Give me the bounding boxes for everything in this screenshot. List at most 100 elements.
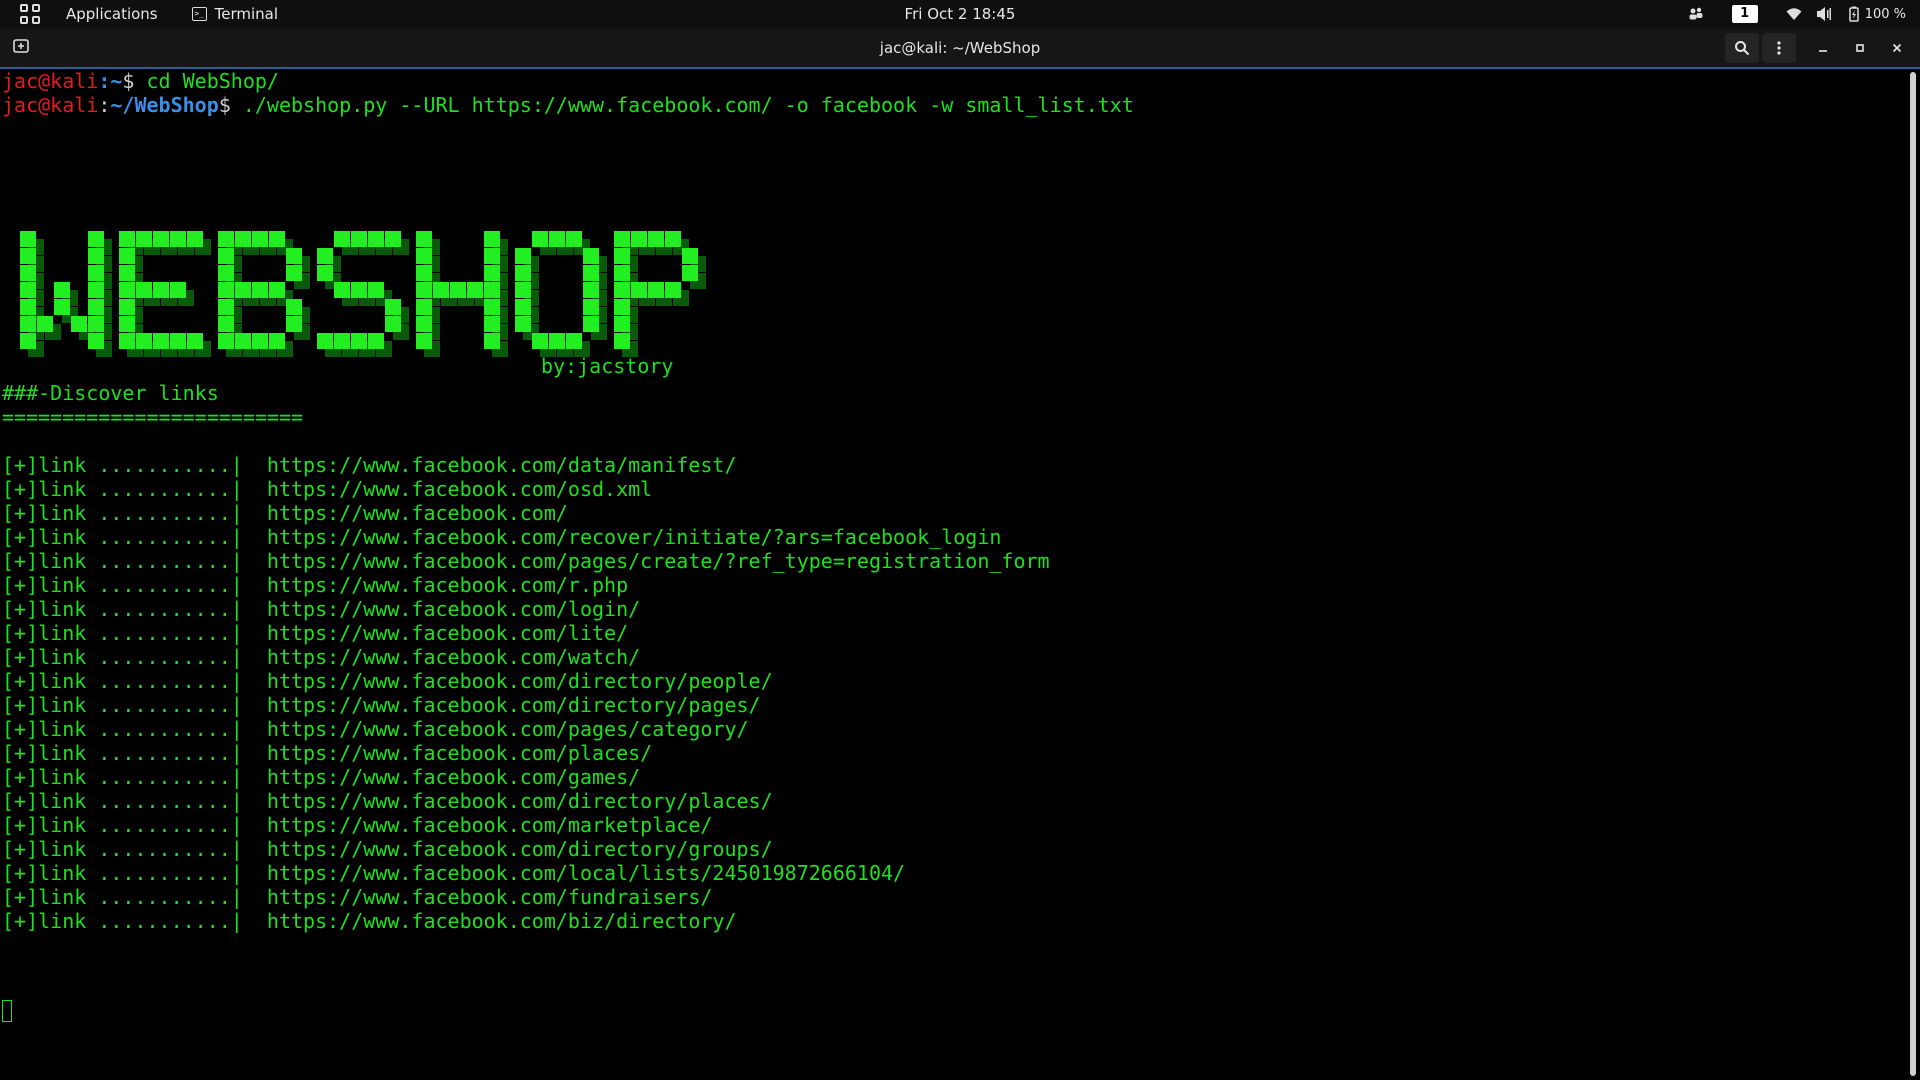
terminal-app-indicator[interactable]: >_ Terminal bbox=[191, 5, 279, 23]
link-prefix: [+]link ...........| bbox=[2, 549, 267, 573]
command-text: cd WebShop/ bbox=[134, 69, 279, 93]
link-url[interactable]: https://www.facebook.com/osd.xml bbox=[267, 477, 652, 501]
system-top-bar: Applications >_ Terminal Fri Oct 2 18:45… bbox=[0, 0, 1920, 28]
link-row: [+]link ...........| https://www.faceboo… bbox=[2, 813, 712, 837]
new-tab-icon[interactable] bbox=[12, 37, 30, 55]
link-prefix: [+]link ...........| bbox=[2, 909, 267, 933]
link-row: [+]link ...........| https://www.faceboo… bbox=[2, 573, 628, 597]
link-row: [+]link ...........| https://www.faceboo… bbox=[2, 525, 1001, 549]
link-url[interactable]: https://www.facebook.com/directory/pages… bbox=[267, 693, 761, 717]
link-prefix: [+]link ...........| bbox=[2, 477, 267, 501]
terminal-output[interactable]: jac@kali:~$ cd WebShop/ jac@kali:~/WebSh… bbox=[0, 69, 1906, 1080]
maximize-button[interactable] bbox=[1843, 33, 1877, 63]
clock[interactable]: Fri Oct 2 18:45 bbox=[905, 5, 1016, 23]
link-url[interactable]: https://www.facebook.com/games/ bbox=[267, 765, 640, 789]
wifi-icon[interactable] bbox=[1786, 6, 1802, 22]
text-cursor bbox=[2, 1000, 12, 1022]
byline: by:jacstory bbox=[541, 354, 674, 378]
link-row: [+]link ...........| https://www.faceboo… bbox=[2, 501, 568, 525]
minimize-icon bbox=[1819, 49, 1827, 52]
link-url[interactable]: https://www.facebook.com/fundraisers/ bbox=[267, 885, 713, 909]
link-prefix: [+]link ...........| bbox=[2, 645, 267, 669]
link-url[interactable]: https://www.facebook.com/directory/peopl… bbox=[267, 669, 773, 693]
close-button[interactable] bbox=[1880, 33, 1914, 63]
menu-button[interactable] bbox=[1762, 32, 1796, 63]
link-url[interactable]: https://www.facebook.com/r.php bbox=[267, 573, 628, 597]
prompt-separator: : bbox=[98, 93, 111, 117]
prompt-symbol: $ bbox=[122, 69, 135, 93]
link-row: [+]link ...........| https://www.faceboo… bbox=[2, 549, 1050, 573]
link-prefix: [+]link ...........| bbox=[2, 669, 267, 693]
link-row: [+]link ...........| https://www.faceboo… bbox=[2, 477, 652, 501]
minimize-button[interactable] bbox=[1806, 33, 1840, 63]
link-prefix: [+]link ...........| bbox=[2, 501, 267, 525]
maximize-icon bbox=[1856, 43, 1864, 52]
search-button[interactable] bbox=[1725, 32, 1759, 63]
terminal-app-label: Terminal bbox=[214, 5, 279, 23]
battery-icon bbox=[1848, 6, 1859, 22]
link-prefix: [+]link ...........| bbox=[2, 693, 267, 717]
battery-indicator[interactable]: 100 % bbox=[1846, 6, 1906, 22]
link-row: [+]link ...........| https://www.faceboo… bbox=[2, 837, 773, 861]
link-prefix: [+]link ...........| bbox=[2, 525, 267, 549]
link-url[interactable]: https://www.facebook.com/data/manifest/ bbox=[267, 453, 737, 477]
link-url[interactable]: https://www.facebook.com/marketplace/ bbox=[267, 813, 713, 837]
kebab-menu-icon bbox=[1777, 40, 1781, 55]
link-row: [+]link ...........| https://www.faceboo… bbox=[2, 789, 773, 813]
link-row: [+]link ...........| https://www.faceboo… bbox=[2, 765, 640, 789]
link-url[interactable]: https://www.facebook.com/lite/ bbox=[267, 621, 628, 645]
link-url[interactable]: https://www.facebook.com/places/ bbox=[267, 741, 652, 765]
link-url[interactable]: https://www.facebook.com/directory/place… bbox=[267, 789, 773, 813]
link-row: [+]link ...........| https://www.faceboo… bbox=[2, 597, 640, 621]
link-prefix: [+]link ...........| bbox=[2, 765, 267, 789]
link-row: [+]link ...........| https://www.faceboo… bbox=[2, 909, 737, 933]
scrollbar[interactable] bbox=[1910, 72, 1916, 1076]
prompt-symbol: $ bbox=[218, 93, 231, 117]
link-row: [+]link ...........| https://www.faceboo… bbox=[2, 693, 761, 717]
webshop-logo bbox=[20, 231, 706, 357]
link-row: [+]link ...........| https://www.faceboo… bbox=[2, 885, 712, 909]
volume-icon[interactable] bbox=[1816, 6, 1832, 22]
link-row: [+]link ...........| https://www.faceboo… bbox=[2, 621, 628, 645]
window-title: jac@kali: ~/WebShop bbox=[879, 38, 1041, 57]
link-url[interactable]: https://www.facebook.com/ bbox=[267, 501, 568, 525]
link-prefix: [+]link ...........| bbox=[2, 813, 267, 837]
link-url[interactable]: https://www.facebook.com/pages/category/ bbox=[267, 717, 749, 741]
applications-menu[interactable]: Applications bbox=[66, 5, 158, 23]
people-icon[interactable] bbox=[1688, 6, 1704, 22]
link-prefix: [+]link ...........| bbox=[2, 717, 267, 741]
search-icon bbox=[1735, 40, 1750, 55]
section-title: ###-Discover links bbox=[2, 381, 219, 405]
link-prefix: [+]link ...........| bbox=[2, 885, 267, 909]
link-prefix: [+]link ...........| bbox=[2, 597, 267, 621]
link-url[interactable]: https://www.facebook.com/login/ bbox=[267, 597, 640, 621]
link-url[interactable]: https://www.facebook.com/local/lists/245… bbox=[267, 861, 905, 885]
prompt-user: jac@kali bbox=[2, 69, 99, 93]
link-row: [+]link ...........| https://www.faceboo… bbox=[2, 453, 737, 477]
prompt-user: jac@kali bbox=[2, 93, 99, 117]
link-row: [+]link ...........| https://www.faceboo… bbox=[2, 645, 640, 669]
link-prefix: [+]link ...........| bbox=[2, 789, 267, 813]
link-prefix: [+]link ...........| bbox=[2, 837, 267, 861]
app-grid-icon[interactable] bbox=[20, 4, 40, 24]
section-rule: ========================= bbox=[2, 405, 304, 429]
terminal-title-bar: jac@kali: ~/WebShop bbox=[0, 28, 1920, 69]
link-url[interactable]: https://www.facebook.com/biz/directory/ bbox=[267, 909, 737, 933]
prompt-path: :~ bbox=[98, 69, 123, 93]
link-row: [+]link ...........| https://www.faceboo… bbox=[2, 717, 749, 741]
prompt-line-1: jac@kali:~$ cd WebShop/ bbox=[2, 69, 279, 93]
link-row: [+]link ...........| https://www.faceboo… bbox=[2, 861, 905, 885]
terminal-icon: >_ bbox=[191, 7, 207, 21]
prompt-line-2: jac@kali:~/WebShop$ ./webshop.py --URL h… bbox=[2, 93, 1134, 117]
link-url[interactable]: https://www.facebook.com/recover/initiat… bbox=[267, 525, 1002, 549]
link-prefix: [+]link ...........| bbox=[2, 573, 267, 597]
workspace-indicator[interactable]: 1 bbox=[1731, 5, 1758, 23]
battery-percent: 100 % bbox=[1864, 6, 1906, 22]
command-text: ./webshop.py --URL https://www.facebook.… bbox=[230, 93, 1134, 117]
link-prefix: [+]link ...........| bbox=[2, 453, 267, 477]
link-prefix: [+]link ...........| bbox=[2, 741, 267, 765]
link-url[interactable]: https://www.facebook.com/pages/create/?r… bbox=[267, 549, 1050, 573]
link-url[interactable]: https://www.facebook.com/watch/ bbox=[267, 645, 640, 669]
prompt-path: ~/WebShop bbox=[110, 93, 219, 117]
link-url[interactable]: https://www.facebook.com/directory/group… bbox=[267, 837, 773, 861]
